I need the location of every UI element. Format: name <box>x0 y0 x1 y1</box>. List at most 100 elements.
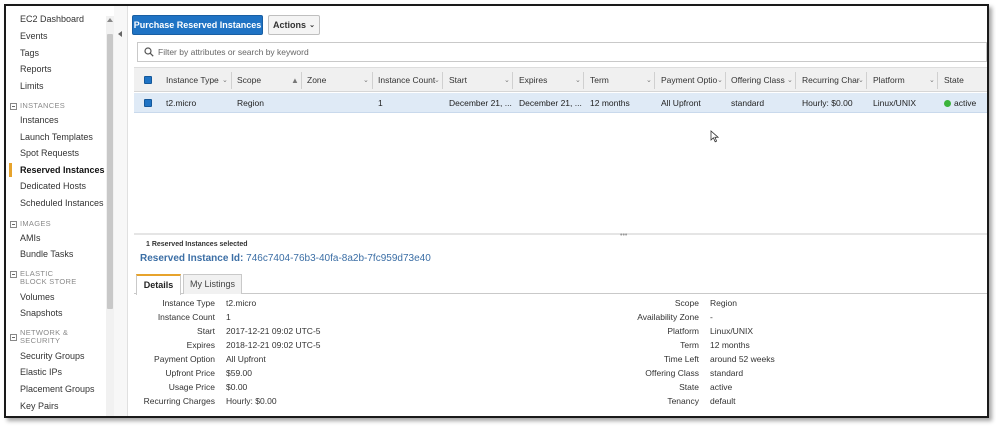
sort-asc-icon[interactable]: ▲ <box>291 68 299 93</box>
sidebar-item-reports[interactable]: Reports <box>20 64 52 74</box>
column-divider[interactable] <box>231 72 232 89</box>
column-header-recurring-charges[interactable]: Recurring Char <box>802 68 860 93</box>
sidebar-item-reserved-instances[interactable]: Reserved Instances <box>20 165 105 175</box>
sidebar-item-bundle-tasks[interactable]: Bundle Tasks <box>20 249 73 259</box>
detail-value: Hourly: $0.00 <box>226 396 277 406</box>
chevron-down-icon[interactable]: ⌄ <box>717 68 723 93</box>
reserved-instance-id-value: 746c7404-76b3-40fa-8a2b-7fc959d73e40 <box>246 253 431 264</box>
detail-label: Start <box>197 326 215 336</box>
detail-value: Linux/UNIX <box>710 326 753 336</box>
column-divider[interactable] <box>937 72 938 89</box>
sidebar-item-volumes[interactable]: Volumes <box>20 292 55 302</box>
purchase-reserved-instances-button[interactable]: Purchase Reserved Instances <box>132 15 263 35</box>
sidebar-item-launch-templates[interactable]: Launch Templates <box>20 132 93 142</box>
detail-label: Instance Count <box>157 312 215 322</box>
sidebar-item-elastic-ips[interactable]: Elastic IPs <box>20 367 62 377</box>
column-header-zone[interactable]: Zone <box>307 68 326 93</box>
mouse-pointer-icon <box>710 130 719 143</box>
sidebar-item-limits[interactable]: Limits <box>20 81 44 91</box>
detail-label: Tenancy <box>667 396 699 406</box>
sidebar-item-scheduled-instances[interactable]: Scheduled Instances <box>20 198 104 208</box>
select-all-checkbox[interactable] <box>144 76 152 84</box>
chevron-down-icon[interactable]: ⌄ <box>504 68 510 93</box>
actions-dropdown-button[interactable]: Actions ⌄ <box>268 15 320 35</box>
sidebar-item-tags[interactable]: Tags <box>20 48 39 58</box>
reserved-instance-id: Reserved Instance Id: 746c7404-76b3-40fa… <box>140 253 431 264</box>
column-header-payment-option[interactable]: Payment Optio <box>661 68 717 93</box>
detail-label: State <box>679 382 699 392</box>
cell-expires: December 21, ... <box>519 98 582 108</box>
chevron-down-icon[interactable]: ⌄ <box>222 68 228 93</box>
column-divider[interactable] <box>512 72 513 89</box>
column-header-offering-class[interactable]: Offering Class <box>731 68 785 93</box>
collapse-left-icon[interactable] <box>118 31 122 37</box>
chevron-down-icon[interactable]: ⌄ <box>858 68 864 93</box>
drag-handle-icon[interactable]: ••• <box>620 232 627 239</box>
detail-value: Region <box>710 298 737 308</box>
section-header-network[interactable]: NETWORK & SECURITY <box>10 329 75 345</box>
table-row[interactable]: t2.micro Region 1 December 21, ... Decem… <box>134 93 987 113</box>
window-frame: EC2 Dashboard Events Tags Reports Limits… <box>4 4 989 418</box>
column-divider[interactable] <box>442 72 443 89</box>
sidebar-item-dedicated-hosts[interactable]: Dedicated Hosts <box>20 181 86 191</box>
section-header-label: IMAGES <box>20 219 51 228</box>
detail-value: 2018-12-21 09:02 UTC-5 <box>226 340 321 350</box>
panel-splitter[interactable] <box>134 233 987 235</box>
detail-label: Instance Type <box>162 298 215 308</box>
cell-state: active <box>944 93 976 113</box>
sidebar-item-spot-requests[interactable]: Spot Requests <box>20 148 79 158</box>
column-header-instance-type[interactable]: Instance Type <box>166 68 219 93</box>
chevron-down-icon[interactable]: ⌄ <box>646 68 652 93</box>
chevron-down-icon[interactable]: ⌄ <box>929 68 935 93</box>
chevron-down-icon[interactable]: ⌄ <box>575 68 581 93</box>
detail-label: Recurring Charges <box>143 396 215 406</box>
tab-details[interactable]: Details <box>136 274 181 295</box>
status-active-icon <box>944 100 951 107</box>
sidebar-item-key-pairs[interactable]: Key Pairs <box>20 401 59 411</box>
sidebar-item-amis[interactable]: AMIs <box>20 233 41 243</box>
sidebar-item-placement-groups[interactable]: Placement Groups <box>20 384 95 394</box>
row-checkbox[interactable] <box>144 99 152 107</box>
detail-value: - <box>710 312 713 322</box>
column-header-expires[interactable]: Expires <box>519 68 547 93</box>
cell-instance-count: 1 <box>378 98 383 108</box>
chevron-down-icon[interactable]: ⌄ <box>787 68 793 93</box>
column-divider[interactable] <box>725 72 726 89</box>
sidebar-item-security-groups[interactable]: Security Groups <box>20 351 85 361</box>
column-divider[interactable] <box>301 72 302 89</box>
search-input[interactable] <box>158 47 658 57</box>
section-header-instances[interactable]: INSTANCES <box>10 102 65 110</box>
tab-my-listings[interactable]: My Listings <box>183 274 242 294</box>
sidebar-scrollbar-thumb[interactable] <box>107 34 113 309</box>
column-divider[interactable] <box>372 72 373 89</box>
column-header-instance-count[interactable]: Instance Count <box>378 68 435 93</box>
sidebar-item-ec2-dashboard[interactable]: EC2 Dashboard <box>20 14 84 24</box>
cell-payment-option: All Upfront <box>661 98 701 108</box>
column-divider[interactable] <box>654 72 655 89</box>
column-divider[interactable] <box>583 72 584 89</box>
column-header-term[interactable]: Term <box>590 68 609 93</box>
section-header-ebs[interactable]: ELASTIC BLOCK STORE <box>10 270 80 286</box>
detail-label: Upfront Price <box>165 368 215 378</box>
chevron-down-icon[interactable]: ⌄ <box>434 68 440 93</box>
chevron-down-icon[interactable]: ⌄ <box>363 68 369 93</box>
section-header-label: ELASTIC BLOCK STORE <box>20 269 77 286</box>
detail-label: Usage Price <box>168 382 215 392</box>
search-bar[interactable] <box>137 42 987 62</box>
sidebar-item-instances[interactable]: Instances <box>20 115 59 125</box>
detail-value: All Upfront <box>226 354 266 364</box>
sidebar-item-snapshots[interactable]: Snapshots <box>20 308 63 318</box>
selected-count: 1 Reserved Instances selected <box>146 241 248 248</box>
detail-value: active <box>710 382 733 392</box>
scroll-up-icon[interactable] <box>107 18 113 22</box>
section-header-images[interactable]: IMAGES <box>10 220 51 228</box>
column-divider[interactable] <box>795 72 796 89</box>
column-divider[interactable] <box>866 72 867 89</box>
column-header-platform[interactable]: Platform <box>873 68 905 93</box>
active-indicator <box>9 163 12 177</box>
detail-value: $0.00 <box>226 382 248 392</box>
column-header-scope[interactable]: Scope <box>237 68 261 93</box>
column-header-start[interactable]: Start <box>449 68 467 93</box>
sidebar-item-events[interactable]: Events <box>20 31 48 41</box>
column-header-state[interactable]: State <box>944 68 964 93</box>
